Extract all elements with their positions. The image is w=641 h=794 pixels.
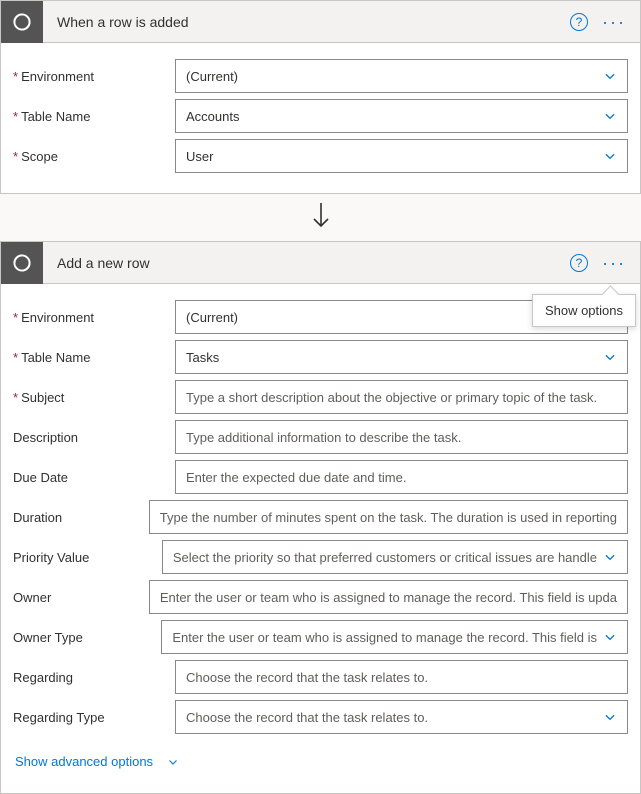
chevron-down-icon xyxy=(603,710,617,724)
owner-input[interactable]: Enter the user or team who is assigned t… xyxy=(149,580,628,614)
description-placeholder: Type additional information to describe … xyxy=(186,430,617,445)
priority-placeholder: Select the priority so that preferred cu… xyxy=(173,550,597,565)
description-label: Description xyxy=(13,430,175,445)
trigger-card: When a row is added ? ··· *Environment (… xyxy=(0,0,641,194)
priority-select[interactable]: Select the priority so that preferred cu… xyxy=(162,540,628,574)
scope-label: *Scope xyxy=(13,149,175,164)
duedate-input[interactable]: Enter the expected due date and time. xyxy=(175,460,628,494)
chevron-down-icon xyxy=(167,756,179,768)
ownertype-select[interactable]: Enter the user or team who is assigned t… xyxy=(161,620,628,654)
action-card: Add a new row ? ··· Show options *Enviro… xyxy=(0,241,641,794)
chevron-down-icon xyxy=(603,550,617,564)
action-title: Add a new row xyxy=(43,255,570,271)
scope-value: User xyxy=(186,149,597,164)
regardingtype-label: Regarding Type xyxy=(13,710,175,725)
duration-placeholder: Type the number of minutes spent on the … xyxy=(160,510,617,525)
subject-label: *Subject xyxy=(13,390,175,405)
chevron-down-icon xyxy=(603,109,617,123)
tablename-label: *Table Name xyxy=(13,109,175,124)
environment-label: *Environment xyxy=(13,310,175,325)
regarding-label: Regarding xyxy=(13,670,175,685)
subject-placeholder: Type a short description about the objec… xyxy=(186,390,617,405)
regarding-placeholder: Choose the record that the task relates … xyxy=(186,670,617,685)
show-advanced-options-label: Show advanced options xyxy=(15,754,153,769)
tablename-select[interactable]: Accounts xyxy=(175,99,628,133)
show-advanced-options-link[interactable]: Show advanced options xyxy=(13,740,628,779)
help-icon[interactable]: ? xyxy=(570,13,588,31)
tablename-value: Tasks xyxy=(186,350,597,365)
dataverse-connector-icon xyxy=(1,1,43,43)
chevron-down-icon xyxy=(603,350,617,364)
ownertype-label: Owner Type xyxy=(13,630,161,645)
chevron-down-icon xyxy=(603,69,617,83)
dataverse-connector-icon xyxy=(1,242,43,284)
duration-label: Duration xyxy=(13,510,149,525)
subject-input[interactable]: Type a short description about the objec… xyxy=(175,380,628,414)
regardingtype-placeholder: Choose the record that the task relates … xyxy=(186,710,597,725)
more-options-button[interactable]: ··· xyxy=(598,13,630,31)
chevron-down-icon xyxy=(603,630,617,644)
flow-connector-region xyxy=(0,194,641,241)
chevron-down-icon xyxy=(603,149,617,163)
duration-input[interactable]: Type the number of minutes spent on the … xyxy=(149,500,628,534)
owner-placeholder: Enter the user or team who is assigned t… xyxy=(160,590,617,605)
help-icon[interactable]: ? xyxy=(570,254,588,272)
environment-value: (Current) xyxy=(186,69,597,84)
tablename-value: Accounts xyxy=(186,109,597,124)
regardingtype-select[interactable]: Choose the record that the task relates … xyxy=(175,700,628,734)
action-card-header[interactable]: Add a new row ? ··· xyxy=(1,242,640,284)
priority-label: Priority Value xyxy=(13,550,162,565)
duedate-placeholder: Enter the expected due date and time. xyxy=(186,470,617,485)
tablename-select[interactable]: Tasks xyxy=(175,340,628,374)
duedate-label: Due Date xyxy=(13,470,175,485)
show-options-tooltip: Show options xyxy=(532,294,636,327)
scope-select[interactable]: User xyxy=(175,139,628,173)
environment-label: *Environment xyxy=(13,69,175,84)
trigger-card-header[interactable]: When a row is added ? ··· xyxy=(1,1,640,43)
regarding-input[interactable]: Choose the record that the task relates … xyxy=(175,660,628,694)
trigger-title: When a row is added xyxy=(43,14,570,30)
tablename-label: *Table Name xyxy=(13,350,175,365)
more-options-button[interactable]: ··· xyxy=(598,254,630,272)
arrow-down-icon xyxy=(308,201,334,234)
ownertype-placeholder: Enter the user or team who is assigned t… xyxy=(172,630,597,645)
description-input[interactable]: Type additional information to describe … xyxy=(175,420,628,454)
owner-label: Owner xyxy=(13,590,149,605)
environment-select[interactable]: (Current) xyxy=(175,59,628,93)
